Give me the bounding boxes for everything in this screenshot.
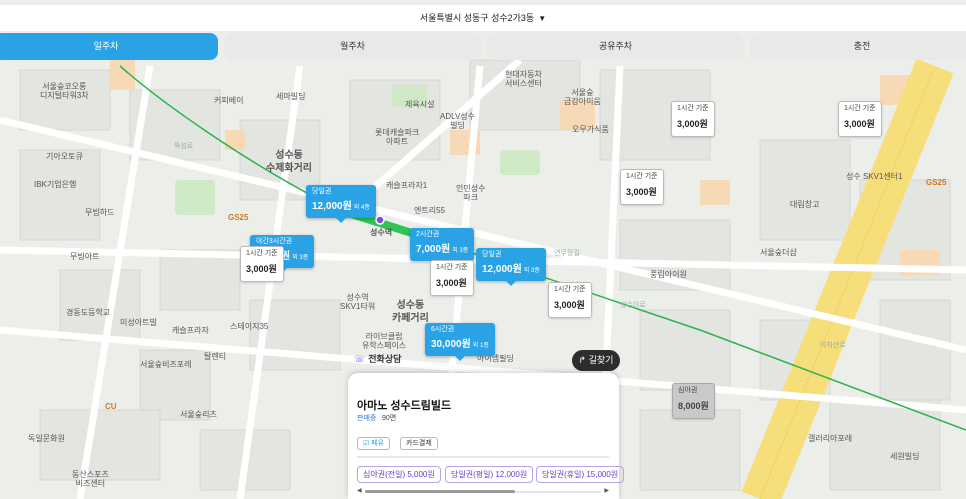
poi-label: 세마빌딩 [276, 92, 306, 101]
parking-price-marker[interactable]: 1시간 기준 3,000원 [548, 282, 592, 318]
divider [357, 456, 609, 458]
area-label: 성수동 카페거리 [392, 300, 429, 324]
scroll-thumb[interactable] [365, 490, 515, 493]
parking-name: 아마노 성수드림빌드 [357, 400, 452, 412]
feature-chip: 카드결제 [400, 437, 438, 450]
location-selector[interactable]: 서울특별시 성동구 성수2가3동 ▼ [0, 5, 966, 31]
scroll-right-icon[interactable]: ▶ [604, 487, 609, 494]
ticket-option[interactable]: 당일권(평일) 12,000원 [445, 466, 534, 483]
poi-label: 서울숲리츠 [180, 410, 217, 419]
poi-label: 서울숲비즈포레 [140, 360, 192, 369]
road-label: 성수이로 [620, 302, 646, 309]
parking-price-marker[interactable]: 심야권 8,000원 [672, 383, 715, 419]
poi-label: 서울숲코오롱 디지털타워3차 [40, 82, 89, 101]
parking-price-marker[interactable]: 1시간 기준 3,000원 [620, 169, 664, 205]
station-label: 성수역 [370, 228, 393, 237]
tab-shared-parking[interactable]: 공유주차 [487, 33, 744, 60]
feature-chip: ☑ 페유 [357, 437, 391, 450]
ticket-option[interactable]: 당일권(휴일) 15,000원 [536, 466, 625, 483]
poi-label: 동산스포츠 비즈센터 [72, 470, 109, 489]
poi-label: 무빙하드 [85, 208, 115, 217]
parking-price-marker[interactable]: 당일권 12,000원 외 3종 [476, 248, 546, 287]
poi-label: 현대자동차 서비스센터 [505, 70, 542, 89]
poi-label: 오무가식품 [572, 125, 609, 134]
poi-label: 독일문화원 [28, 434, 65, 443]
poi-label: 무빙아트 [70, 252, 100, 261]
scroll-left-icon[interactable]: ◀ [357, 487, 362, 494]
parking-price-marker[interactable]: 1시간 기준 3,000원 [240, 246, 284, 282]
poi-label: 성수역 SKV1타워 [340, 293, 376, 312]
check-icon: ☑ [363, 440, 370, 447]
turn-right-icon: ↱ [578, 355, 587, 365]
poi-label: 대림창고 [790, 200, 820, 209]
horizontal-scrollbar[interactable]: ◀ ▶ [357, 487, 609, 494]
sales-status: 판매중 [357, 415, 377, 422]
poi-label: 세원빌딩 [890, 452, 920, 461]
parking-price-marker[interactable]: 1시간 기준 3,000원 [430, 260, 474, 296]
call-consult-button[interactable]: ☏ 전화상담 [354, 352, 401, 365]
poi-label: ADLV성수 빌딩 [440, 112, 476, 131]
tab-daily-parking[interactable]: 일주차 [0, 33, 218, 60]
poi-label: 롯데캐슬파크 아파트 [375, 128, 420, 147]
road-label: 뚝섬로 [174, 143, 194, 150]
road-label: 연무장길 [554, 250, 580, 257]
poi-label: GS25 [926, 178, 947, 187]
ticket-option[interactable]: 심야권(전일) 5,000원 [357, 466, 441, 483]
poi-label: 성수 SKV1센터1 [846, 172, 903, 181]
parking-price-marker[interactable]: 2시간권 7,000원 외 3종 [410, 228, 475, 267]
poi-label: 기아오토큐 [46, 152, 83, 161]
poi-label: CU [105, 402, 117, 411]
category-tabs: 일주차 월주차 공유주차 충전 [0, 33, 966, 61]
parking-detail-card[interactable]: 아마노 성수드림빌드 판매중 90면 ☑ 페유 카드결제 심야권(전일) 5,0… [348, 373, 625, 499]
poi-label: 갤러리아포레 [808, 434, 853, 443]
tab-charging[interactable]: 충전 [750, 33, 966, 60]
poi-label: IBK기업은행 [34, 180, 77, 189]
poi-label: 라이브클럽 유학스페이스 [362, 332, 407, 351]
top-bar: 서울특별시 성동구 성수2가3동 ▼ 일주차 월주차 공유주차 충전 [0, 0, 966, 66]
poi-label: 커피베이 [214, 96, 244, 105]
parking-price-marker[interactable]: 1시간 기준 3,000원 [838, 101, 882, 137]
poi-label: 서울숲더샵 [760, 248, 797, 257]
poi-label: GS25 [228, 213, 249, 222]
parking-price-marker[interactable]: 1시간 기준 3,000원 [671, 101, 715, 137]
chat-icon: ☏ [354, 354, 366, 364]
poi-label: 미성아트빌 [120, 318, 157, 327]
parking-price-marker[interactable]: 당일권 12,000원 외 4종 [306, 185, 376, 224]
poi-label: 캐슬프라자 [172, 326, 209, 335]
poi-label: 스테이지35 [230, 322, 269, 331]
space-count: 90면 [382, 415, 397, 422]
poi-label: 캐슬프라자1 [386, 181, 428, 190]
poi-label: 서울숲 금강아미움 [564, 88, 601, 107]
poi-label: 인민성수 파크 [456, 184, 486, 203]
poi-label: 경동도등학교 [66, 308, 111, 317]
poi-label: 제육시설 [405, 100, 435, 109]
route-button[interactable]: ↱ 길찾기 [572, 350, 620, 371]
area-label: 성수동 수제화거리 [266, 150, 312, 174]
tab-monthly-parking[interactable]: 월주차 [224, 33, 481, 60]
road-label: 아차산로 [820, 342, 846, 349]
location-text: 서울특별시 성동구 성수2가3동 [419, 13, 535, 23]
chevron-down-icon: ▼ [538, 14, 547, 23]
parking-price-marker[interactable]: 6시간권 30,000원 외 1종 [425, 323, 495, 362]
poi-label: 엔트리55 [414, 206, 445, 215]
poi-label: 풍림아이원 [650, 270, 687, 279]
poi-label: 탈렌티 [204, 352, 227, 361]
